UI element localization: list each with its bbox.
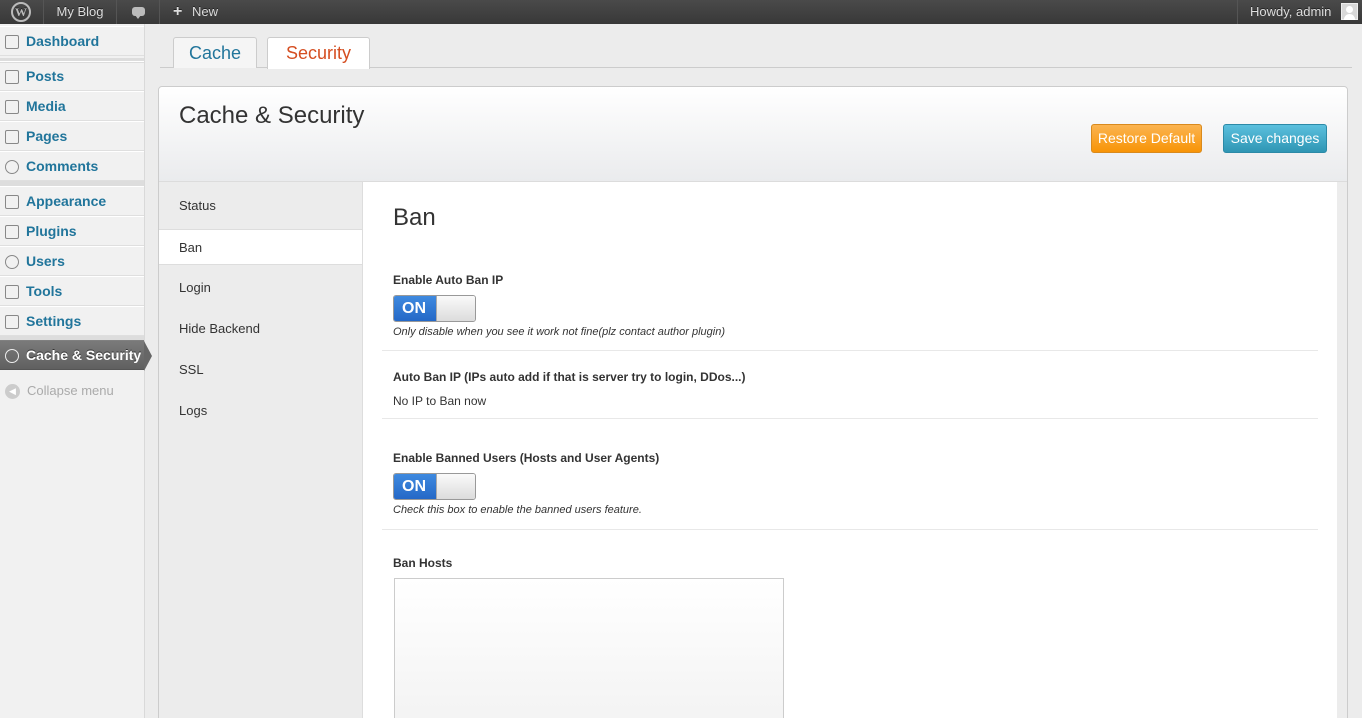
section-title: Ban <box>393 204 436 231</box>
greeting: Howdy, admin <box>1250 4 1332 19</box>
restore-default-button[interactable]: Restore Default <box>1091 124 1202 153</box>
menu-item-media[interactable]: Media <box>0 91 144 121</box>
toggle-state: ON <box>394 296 437 321</box>
plug-icon <box>5 225 19 239</box>
my-account-menu[interactable]: Howdy, admin <box>1237 0 1362 24</box>
tools-icon <box>5 285 19 299</box>
pin-icon <box>5 70 19 84</box>
menu-item-appearance[interactable]: Appearance <box>0 186 144 216</box>
menu-item-label: Users <box>26 253 65 269</box>
menu-item-posts[interactable]: Posts <box>0 61 144 91</box>
tab-security[interactable]: Security <box>267 37 370 69</box>
collapse-menu-label: Collapse menu <box>27 383 114 398</box>
section-nav-hide-backend[interactable]: Hide Backend <box>159 311 362 347</box>
menu-item-label: Cache & Security <box>26 347 142 363</box>
section-nav-ban[interactable]: Ban <box>159 229 362 265</box>
menu-item-users[interactable]: Users <box>0 246 144 276</box>
gear-icon <box>5 349 19 363</box>
auto-ban-description: Only disable when you see it work not fi… <box>393 326 726 338</box>
admin-menu: Dashboard Posts Media Pages Comments App… <box>0 24 152 718</box>
media-icon <box>5 100 19 114</box>
site-name: My Blog <box>56 4 104 19</box>
menu-item-cache-security[interactable]: Cache & Security <box>0 340 152 371</box>
appearance-icon <box>5 195 19 209</box>
settings-panel: Cache & Security Restore Default Save ch… <box>158 86 1348 718</box>
auto-ban-list-value: No IP to Ban now <box>393 394 487 408</box>
settings-icon <box>5 315 19 329</box>
divider <box>382 418 1318 419</box>
menu-item-pages[interactable]: Pages <box>0 121 144 151</box>
ban-hosts-label: Ban Hosts <box>393 556 453 570</box>
plus-icon: + <box>173 3 183 20</box>
wordpress-logo-icon: W <box>11 2 31 22</box>
menu-item-label: Appearance <box>26 193 107 209</box>
section-nav-logs[interactable]: Logs <box>159 393 362 429</box>
menu-item-label: Tools <box>26 283 63 299</box>
menu-item-label: Comments <box>26 158 99 174</box>
menu-item-label: Pages <box>26 128 68 144</box>
banned-users-toggle[interactable]: ON <box>393 473 476 500</box>
comments-link[interactable] <box>117 0 160 24</box>
menu-item-label: Dashboard <box>26 33 100 49</box>
banned-users-label: Enable Banned Users (Hosts and User Agen… <box>393 451 660 465</box>
auto-ban-label: Enable Auto Ban IP <box>393 273 504 287</box>
panel-header: Cache & Security Restore Default Save ch… <box>159 87 1347 182</box>
dashboard-icon <box>5 35 19 49</box>
ban-settings-content: Ban Enable Auto Ban IP ON Only disable w… <box>362 182 1337 718</box>
section-nav-status[interactable]: Status <box>159 188 362 224</box>
admin-bar: W My Blog + New Howdy, admin <box>0 0 1362 24</box>
new-content-button[interactable]: + New <box>160 0 230 24</box>
menu-item-tools[interactable]: Tools <box>0 276 144 306</box>
tab-cache[interactable]: Cache <box>173 37 257 68</box>
ban-hosts-textarea[interactable] <box>394 578 784 718</box>
site-name-link[interactable]: My Blog <box>44 0 117 24</box>
menu-item-comments[interactable]: Comments <box>0 151 144 181</box>
auto-ban-list-label: Auto Ban IP (IPs auto add if that is ser… <box>393 370 746 384</box>
collapse-menu-button[interactable]: ◀ Collapse menu <box>0 379 144 403</box>
comments-icon <box>5 160 19 174</box>
avatar <box>1341 3 1358 20</box>
page-title: Cache & Security <box>179 102 365 129</box>
collapse-arrow-icon: ◀ <box>5 384 20 399</box>
banned-users-description: Check this box to enable the banned user… <box>393 504 642 516</box>
auto-ban-toggle[interactable]: ON <box>393 295 476 322</box>
menu-item-label: Posts <box>26 68 65 84</box>
wordpress-logo-button[interactable]: W <box>0 0 44 24</box>
menu-item-settings[interactable]: Settings <box>0 306 144 336</box>
menu-item-plugins[interactable]: Plugins <box>0 216 144 246</box>
toggle-knob <box>436 474 475 499</box>
divider <box>382 529 1318 530</box>
toggle-knob <box>436 296 475 321</box>
save-changes-button[interactable]: Save changes <box>1223 124 1327 153</box>
comment-bubble-icon <box>132 7 145 19</box>
section-nav-login[interactable]: Login <box>159 270 362 306</box>
menu-item-dashboard[interactable]: Dashboard <box>0 26 144 56</box>
divider <box>382 350 1318 351</box>
menu-item-label: Plugins <box>26 223 77 239</box>
pages-icon <box>5 130 19 144</box>
users-icon <box>5 255 19 269</box>
menu-item-label: Media <box>26 98 66 114</box>
new-label: New <box>192 4 219 19</box>
menu-item-label: Settings <box>26 313 82 329</box>
nav-tabs: Cache Security <box>160 37 1352 69</box>
toggle-state: ON <box>394 474 437 499</box>
section-nav-ssl[interactable]: SSL <box>159 352 362 388</box>
